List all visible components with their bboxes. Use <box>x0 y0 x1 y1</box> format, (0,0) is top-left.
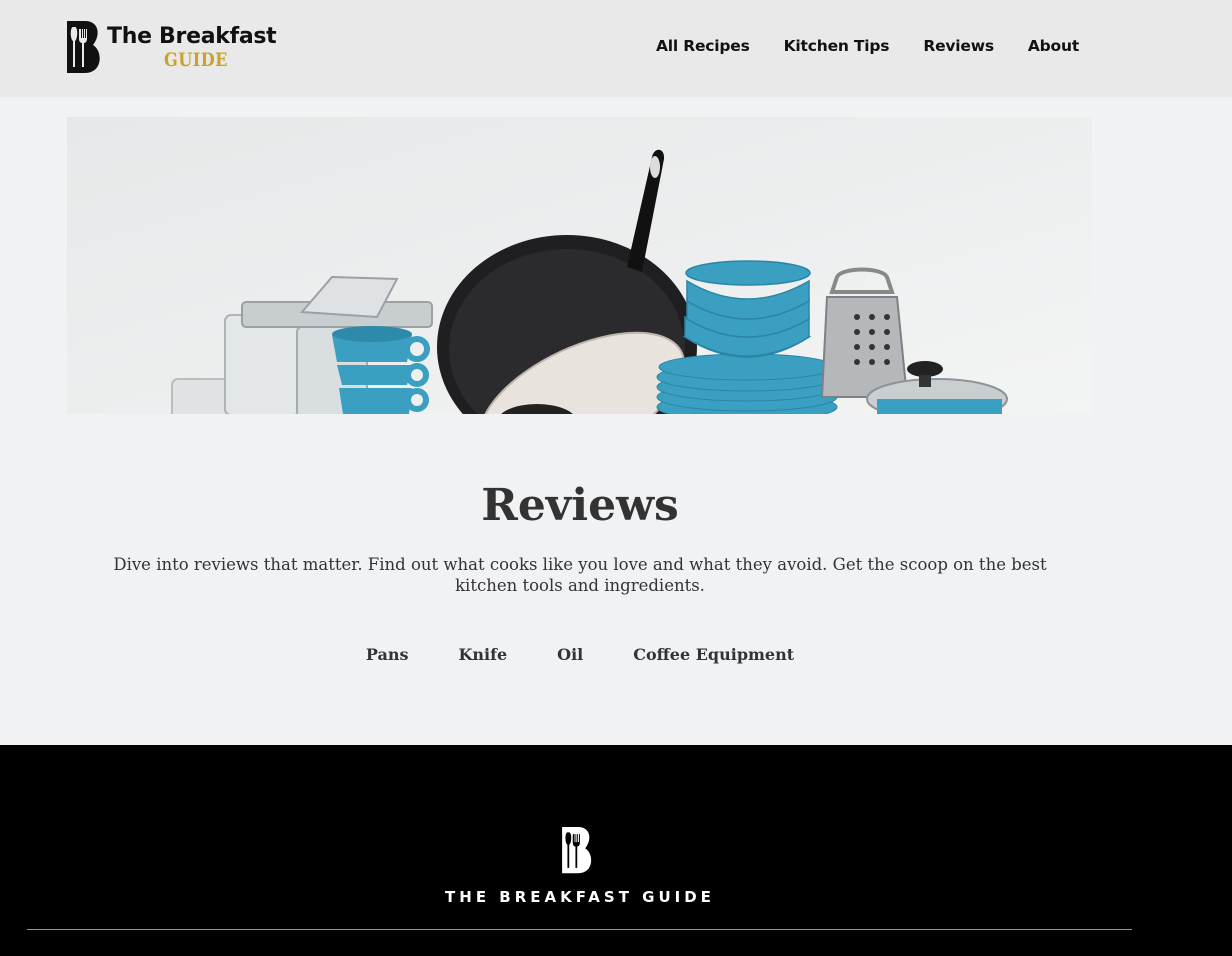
page-title: Reviews <box>481 480 679 531</box>
nav-kitchen-tips[interactable]: Kitchen Tips <box>784 37 890 55</box>
category-coffee-equipment[interactable]: Coffee Equipment <box>633 645 794 664</box>
nav-all-recipes[interactable]: All Recipes <box>656 37 750 55</box>
logo-text-guide: GUIDE <box>164 49 228 71</box>
category-knife[interactable]: Knife <box>458 645 507 664</box>
footer-divider <box>27 929 1132 930</box>
nav-reviews[interactable]: Reviews <box>923 37 994 55</box>
kitchenware-illustration <box>67 117 1092 414</box>
footer-logo-icon[interactable] <box>561 827 597 875</box>
site-header: The Breakfast GUIDE All Recipes Kitchen … <box>0 0 1232 97</box>
nav-about[interactable]: About <box>1028 37 1079 55</box>
hero-image <box>67 117 1092 414</box>
category-pans[interactable]: Pans <box>366 645 409 664</box>
page-description: Dive into reviews that matter. Find out … <box>113 555 1047 595</box>
main-nav: All Recipes Kitchen Tips Reviews About <box>656 37 1113 55</box>
site-footer: THE BREAKFAST GUIDE <box>0 745 1232 956</box>
logo-b-icon <box>67 21 100 73</box>
site-logo[interactable]: The Breakfast GUIDE <box>67 21 297 75</box>
logo-text-main: The Breakfast <box>107 24 277 49</box>
footer-brand-name: THE BREAKFAST GUIDE <box>445 888 715 906</box>
review-categories: Pans Knife Oil Coffee Equipment <box>0 645 1160 664</box>
category-oil[interactable]: Oil <box>557 645 583 664</box>
